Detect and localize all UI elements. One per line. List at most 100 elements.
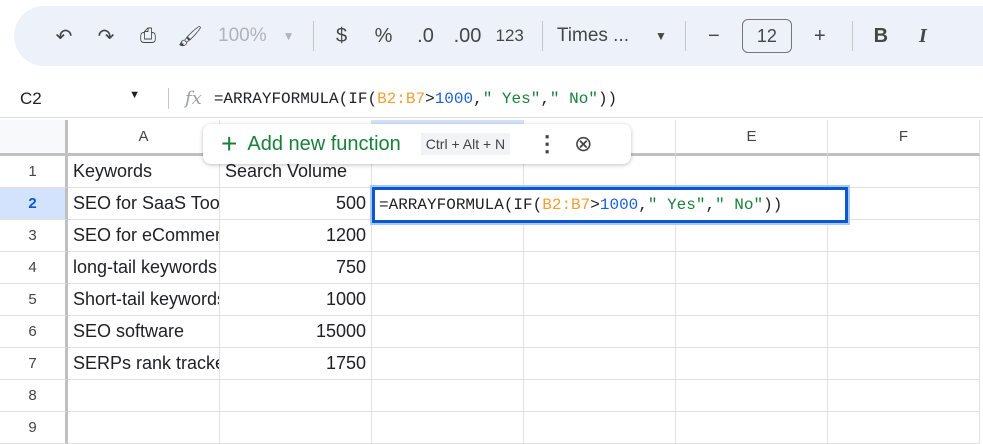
print-icon[interactable]: ⎙ [134, 20, 162, 52]
chevron-down-icon: ▼ [129, 88, 140, 101]
cell-c7[interactable] [372, 348, 524, 380]
cell-c4[interactable] [372, 252, 524, 284]
cell-b2[interactable]: 500 [220, 188, 372, 220]
column-header-f[interactable]: F [828, 120, 980, 156]
cell-b9[interactable] [220, 412, 372, 444]
font-size-input[interactable]: 12 [741, 19, 792, 53]
currency-button[interactable]: $ [328, 20, 356, 52]
column-header-a[interactable]: A [68, 120, 220, 156]
row-header[interactable]: 1 [0, 156, 68, 188]
table-row: 9 [0, 412, 980, 444]
cell-a8[interactable] [68, 380, 220, 412]
name-box[interactable]: C2 ▼ [0, 89, 150, 109]
cell-d7[interactable] [524, 348, 676, 380]
cell-a6[interactable]: SEO software [68, 316, 220, 348]
toolbar: ↶ ↷ ⎙ 🖌 100% ▼ $ % .0 .00 123 Times ... ▼ … [14, 6, 983, 66]
row-header[interactable]: 4 [0, 252, 68, 284]
cell-a3[interactable]: SEO for eCommerce [68, 220, 220, 252]
cell-f7[interactable] [828, 348, 980, 380]
font-value: Times ... [556, 25, 630, 46]
divider [684, 21, 686, 51]
cell-d5[interactable] [524, 284, 676, 316]
add-new-function-button[interactable]: Add new function [247, 133, 400, 156]
cell-d9[interactable] [524, 412, 676, 444]
cell-f9[interactable] [828, 412, 980, 444]
more-formats-button[interactable]: 123 [496, 20, 524, 52]
formula-input[interactable]: =ARRAYFORMULA(IF(B2:B7>1000," Yes"," No"… [214, 90, 617, 108]
decrease-decimal-button[interactable]: .0 [412, 20, 440, 52]
cell-c9[interactable] [372, 412, 524, 444]
add-function-popup: + Add new function Ctrl + Alt + N ⋮ ⊗ [203, 124, 631, 164]
chevron-down-icon: ▼ [654, 29, 667, 43]
row-header[interactable]: 3 [0, 220, 68, 252]
row-header[interactable]: 5 [0, 284, 68, 316]
cell-b7[interactable]: 1750 [220, 348, 372, 380]
italic-button[interactable]: I [909, 20, 937, 52]
zoom-select[interactable]: 100% ▼ [218, 20, 295, 52]
row-header[interactable]: 6 [0, 316, 68, 348]
more-options-icon[interactable]: ⋮ [536, 131, 558, 157]
cell-a5[interactable]: Short-tail keywords [68, 284, 220, 316]
divider [312, 21, 314, 51]
plus-icon[interactable]: + [221, 128, 237, 160]
bold-button[interactable]: B [867, 20, 895, 52]
table-row: 5 Short-tail keywords 1000 [0, 284, 980, 316]
cell-reference: C2 [20, 88, 42, 108]
row-header[interactable]: 9 [0, 412, 68, 444]
cell-d4[interactable] [524, 252, 676, 284]
cell-editor-c2[interactable]: =ARRAYFORMULA(IF(B2:B7 >1000, " Yes", " No"… [370, 185, 850, 225]
cell-a4[interactable]: long-tail keywords [68, 252, 220, 284]
cell-c8[interactable] [372, 380, 524, 412]
cell-b5[interactable]: 1000 [220, 284, 372, 316]
select-all-corner[interactable] [0, 120, 68, 156]
cell-f1[interactable] [828, 156, 980, 188]
cell-d8[interactable] [524, 380, 676, 412]
cell-d6[interactable] [524, 316, 676, 348]
cell-e9[interactable] [676, 412, 828, 444]
decrease-font-size-button[interactable]: − [700, 20, 728, 52]
table-row: 3SEO for eCommerce1200 [0, 220, 980, 252]
cell-b4[interactable]: 750 [220, 252, 372, 284]
cell-b3[interactable]: 1200 [220, 220, 372, 252]
column-header-e[interactable]: E [676, 120, 828, 156]
cell-e8[interactable] [676, 380, 828, 412]
divider [541, 21, 543, 51]
cell-e5[interactable] [676, 284, 828, 316]
formula-bar: C2 ▼ fx =ARRAYFORMULA(IF(B2:B7>1000," Yes… [0, 80, 983, 118]
redo-icon[interactable]: ↷ [92, 20, 120, 52]
row-header[interactable]: 8 [0, 380, 68, 412]
cell-a2[interactable]: SEO for SaaS Tools [68, 188, 220, 220]
cell-e1[interactable] [676, 156, 828, 188]
increase-decimal-button[interactable]: .00 [454, 20, 482, 52]
cell-f4[interactable] [828, 252, 980, 284]
cell-e4[interactable] [676, 252, 828, 284]
cell-a7[interactable]: SERPs rank tracker [68, 348, 220, 380]
cell-c6[interactable] [372, 316, 524, 348]
cell-f5[interactable] [828, 284, 980, 316]
cell-f2[interactable] [828, 188, 980, 220]
cell-b8[interactable] [220, 380, 372, 412]
cell-e7[interactable] [676, 348, 828, 380]
cell-c3[interactable] [372, 220, 524, 252]
row-header[interactable]: 2 [0, 188, 68, 220]
cell-f6[interactable] [828, 316, 980, 348]
percent-button[interactable]: % [370, 20, 398, 52]
zoom-value: 100% [218, 25, 267, 46]
undo-icon[interactable]: ↶ [50, 20, 78, 52]
cell-f8[interactable] [828, 380, 980, 412]
increase-font-size-button[interactable]: + [806, 20, 834, 52]
table-row: 4 long-tail keywords 750 [0, 252, 980, 284]
cell-d3[interactable] [524, 220, 676, 252]
cell-a1[interactable]: Keywords [68, 156, 220, 188]
paint-format-icon[interactable]: 🖌 [176, 20, 204, 52]
cell-a9[interactable] [68, 412, 220, 444]
cell-e3[interactable] [676, 220, 828, 252]
cell-e6[interactable] [676, 316, 828, 348]
cell-f3[interactable] [828, 220, 980, 252]
row-header[interactable]: 7 [0, 348, 68, 380]
close-icon[interactable]: ⊗ [574, 131, 592, 157]
font-select[interactable]: Times ... ▼ [557, 20, 667, 52]
table-row: 6 SEO software 15000 [0, 316, 980, 348]
cell-c5[interactable] [372, 284, 524, 316]
cell-b6[interactable]: 15000 [220, 316, 372, 348]
